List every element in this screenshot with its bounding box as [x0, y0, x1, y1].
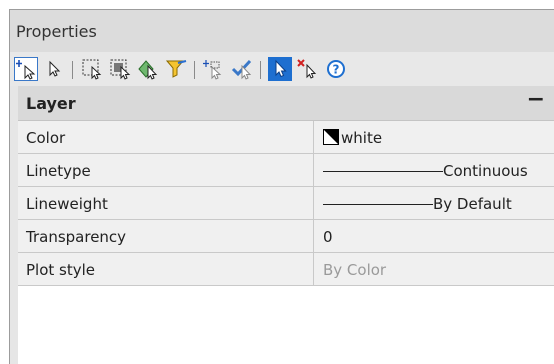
toolbar-separator	[72, 61, 73, 79]
help-icon[interactable]: ?	[324, 57, 348, 81]
lineweight-preview	[323, 204, 433, 205]
properties-panel: Properties ? Layer − Color white Linetyp…	[9, 9, 554, 364]
property-row-color[interactable]: Color white	[18, 121, 554, 154]
color-value: white	[341, 129, 383, 147]
column-divider	[313, 121, 314, 153]
property-value[interactable]: Continuous	[323, 162, 528, 180]
properties-toolbar: ?	[10, 52, 554, 86]
select-subobjects-icon[interactable]	[202, 57, 226, 81]
property-value[interactable]: white	[323, 129, 382, 147]
property-label: Lineweight	[26, 195, 108, 213]
property-value[interactable]: By Default	[323, 195, 512, 213]
column-divider	[313, 253, 314, 285]
collapse-icon[interactable]: −	[527, 86, 545, 114]
color-swatch-icon	[323, 129, 339, 145]
linetype-preview	[323, 171, 443, 172]
section-header-layer[interactable]: Layer −	[18, 86, 554, 121]
property-label: Color	[26, 129, 66, 147]
panel-title: Properties	[16, 22, 97, 41]
property-label: Transparency	[26, 228, 127, 246]
filter-select-icon[interactable]	[164, 57, 188, 81]
property-label: Linetype	[26, 162, 91, 180]
pickadd-active-icon[interactable]	[268, 57, 292, 81]
property-row-plot-style[interactable]: Plot style By Color	[18, 253, 554, 286]
property-label: Plot style	[26, 261, 96, 279]
linetype-value: Continuous	[443, 162, 528, 180]
section-title: Layer	[26, 94, 76, 113]
window-select-icon[interactable]	[80, 57, 104, 81]
property-row-lineweight[interactable]: Lineweight By Default	[18, 187, 554, 220]
panel-title-bar[interactable]: Properties	[10, 10, 554, 52]
select-objects-icon[interactable]	[42, 57, 66, 81]
column-divider	[313, 187, 314, 219]
pickadd-toggle-icon[interactable]	[230, 57, 254, 81]
deselect-icon[interactable]	[296, 57, 320, 81]
svg-text:?: ?	[333, 63, 340, 77]
lineweight-value: By Default	[433, 195, 512, 213]
property-row-transparency[interactable]: Transparency 0	[18, 220, 554, 253]
crossing-select-icon[interactable]	[108, 57, 132, 81]
property-value[interactable]: 0	[323, 228, 333, 246]
quick-select-add-icon[interactable]	[14, 57, 38, 81]
property-value: By Color	[323, 261, 387, 279]
property-grid: Layer − Color white Linetype Continuous …	[18, 86, 554, 364]
toolbar-separator	[260, 61, 261, 79]
column-divider	[313, 154, 314, 186]
property-row-linetype[interactable]: Linetype Continuous	[18, 154, 554, 187]
toolbar-separator	[194, 61, 195, 79]
select-similar-icon[interactable]	[136, 57, 160, 81]
column-divider	[313, 220, 314, 252]
